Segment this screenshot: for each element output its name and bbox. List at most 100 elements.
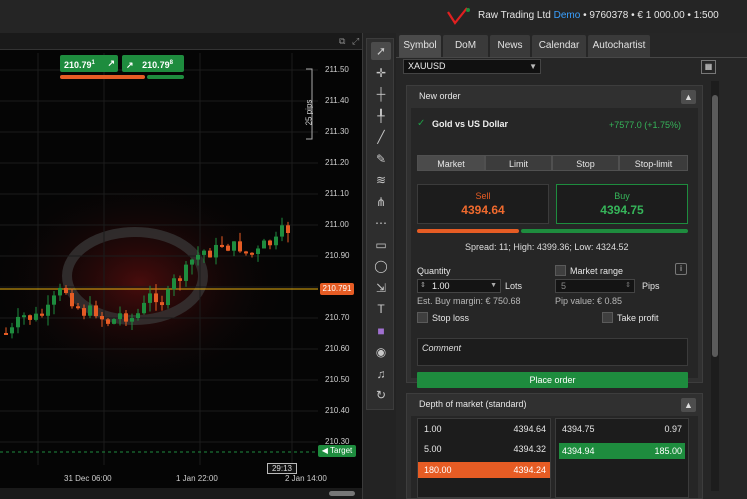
separator-2: • [628, 10, 638, 21]
target-text: Target [330, 446, 353, 455]
order-tab-stop[interactable]: Stop [552, 155, 619, 171]
vertical-line-icon[interactable]: ╀ [371, 107, 391, 125]
pip-value: Pip value: € 0.85 [555, 296, 623, 306]
price-chart[interactable]: ⧉ ⤢ 210.791 ↗ ↗ 210.798 211.50 211.40 211.… [0, 33, 363, 499]
depth-of-market-card: Depth of market (standard) ▲ 1.00 4394.6… [406, 393, 703, 499]
text-icon[interactable]: T [371, 300, 391, 318]
new-order-header[interactable]: New order ▲ [407, 86, 702, 108]
pitchfork-icon[interactable]: ⋔ [371, 193, 391, 211]
scrollbar-thumb[interactable] [329, 491, 355, 496]
measure-icon[interactable]: ⇲ [371, 279, 391, 297]
panel-scrollbar[interactable] [711, 81, 719, 491]
dom-sell-row[interactable]: 1.00 4394.64 [418, 421, 550, 437]
time-label-3: 2 Jan 14:00 [285, 474, 327, 483]
time-label-2: 1 Jan 22:00 [176, 474, 218, 483]
panel-scrollbar-thumb[interactable] [712, 95, 718, 357]
dom-sell-row[interactable]: 5.00 4394.32 [418, 441, 550, 457]
candle-body [172, 278, 176, 290]
dom-header[interactable]: Depth of market (standard) ▲ [407, 394, 702, 416]
candle-body [88, 305, 92, 316]
quick-buy-pip: 8 [169, 60, 173, 66]
quick-sell-button[interactable]: 210.791 ↗ [60, 55, 118, 72]
chart-settings-icon[interactable]: ▦ [701, 60, 716, 74]
dotted-lines-icon[interactable]: ⋯ [371, 214, 391, 232]
check-icon: ✓ [417, 118, 426, 129]
account-balance: € 1 000.00 [637, 10, 685, 21]
place-order-button[interactable]: Place order [417, 372, 688, 388]
quick-sell-pip: 1 [91, 60, 95, 66]
tab-autochartist[interactable]: Autochartist [588, 35, 650, 57]
replay-icon[interactable]: ↻ [371, 386, 391, 404]
market-range-value: 5 [561, 281, 567, 291]
ellipse-icon[interactable]: ◯ [371, 257, 391, 275]
dom-price: 4394.94 [562, 446, 595, 456]
quantity-dropdown-icon[interactable]: ▼ [490, 280, 497, 292]
tab-news[interactable]: News [490, 35, 530, 57]
candle-body [286, 225, 290, 234]
crosshair-icon[interactable]: ✛ [371, 64, 391, 82]
quick-buy-button[interactable]: ↗ 210.798 [122, 55, 184, 72]
chart-horizontal-scrollbar[interactable] [0, 488, 362, 499]
candle-body [52, 295, 56, 305]
tab-dom[interactable]: DoM [443, 35, 488, 57]
stop-loss-checkbox[interactable] [417, 312, 428, 323]
market-range-stepper-icon[interactable]: ⇕ [625, 280, 631, 292]
tab-symbol[interactable]: Symbol [399, 35, 441, 57]
market-range-input[interactable]: 5 ⇕ [555, 279, 635, 293]
pencil-icon[interactable]: ✎ [371, 150, 391, 168]
stepper-icon[interactable]: ⇕ [420, 280, 426, 292]
cursor-icon[interactable]: ➚ [371, 42, 391, 60]
candle-body [34, 313, 38, 320]
target-label[interactable]: ◀ Target [318, 445, 356, 457]
dom-buy-row[interactable]: 4394.75 0.97 [556, 421, 688, 437]
chart-header: ⧉ ⤢ [0, 33, 362, 50]
fibonacci-icon[interactable]: ≋ [371, 171, 391, 189]
info-icon[interactable]: i [675, 263, 687, 275]
candle-body [148, 293, 152, 303]
rectangle-icon[interactable]: ▭ [371, 236, 391, 254]
side-panel: Symbol DoM News Calendar Autochartist XA… [396, 33, 747, 499]
new-order-title: New order [419, 91, 461, 101]
quantity-value: 1.00 [432, 281, 450, 291]
price-level-label: 211.00 [325, 220, 349, 229]
dom-volume: 185.00 [654, 446, 682, 456]
candle-body [166, 289, 170, 306]
quantity-input[interactable]: ⇕ 1.00 ▼ [417, 279, 501, 293]
dom-sell-row-best[interactable]: 180.00 4394.24 [418, 462, 550, 478]
market-range-label: Market range [570, 266, 624, 276]
candle-body [118, 313, 122, 320]
spread-info: Spread: 11; High: 4399.36; Low: 4324.52 [465, 242, 629, 252]
trading-app: Raw Trading Ltd Demo • 9760378 • € 1 000… [0, 0, 747, 499]
symbol-select[interactable]: XAUUSD ▼ [403, 59, 541, 74]
candle-body [214, 244, 218, 258]
color-square-icon[interactable]: ■ [371, 322, 391, 340]
collapse-icon[interactable]: ▲ [681, 90, 696, 104]
detach-icon[interactable]: ⧉ [339, 36, 345, 47]
order-tab-stop-limit[interactable]: Stop-limit [619, 155, 688, 171]
order-tab-market[interactable]: Market [417, 155, 485, 171]
alert-icon[interactable]: ♫ [371, 365, 391, 383]
horizontal-line-icon[interactable]: ┼ [371, 85, 391, 103]
camera-icon[interactable]: ◉ [371, 343, 391, 361]
quantity-unit: Lots [505, 281, 523, 291]
candle-body [154, 293, 158, 303]
comment-input[interactable]: Comment [417, 338, 688, 366]
account-info[interactable]: Raw Trading Ltd Demo • 9760378 • € 1 000… [478, 10, 719, 21]
take-profit-checkbox[interactable] [602, 312, 613, 323]
maximize-icon[interactable]: ⤢ [352, 36, 359, 47]
dom-volume: 5.00 [424, 444, 442, 454]
candle-body [4, 333, 8, 335]
dom-buy-row-best[interactable]: 4394.94 185.00 [559, 443, 685, 459]
sell-price-box[interactable]: Sell 4394.64 [417, 184, 549, 224]
account-leverage: 1:500 [693, 10, 719, 21]
candle-body [82, 308, 86, 316]
candle-body [226, 245, 230, 251]
trend-line-icon[interactable]: ╱ [371, 128, 391, 146]
order-tab-limit[interactable]: Limit [485, 155, 552, 171]
tab-calendar[interactable]: Calendar [532, 35, 586, 57]
buy-price-box[interactable]: Buy 4394.75 [556, 184, 688, 224]
market-range-checkbox[interactable] [555, 265, 566, 276]
dom-collapse-icon[interactable]: ▲ [681, 398, 696, 412]
candle-body [202, 250, 206, 255]
candle-body [46, 304, 50, 316]
